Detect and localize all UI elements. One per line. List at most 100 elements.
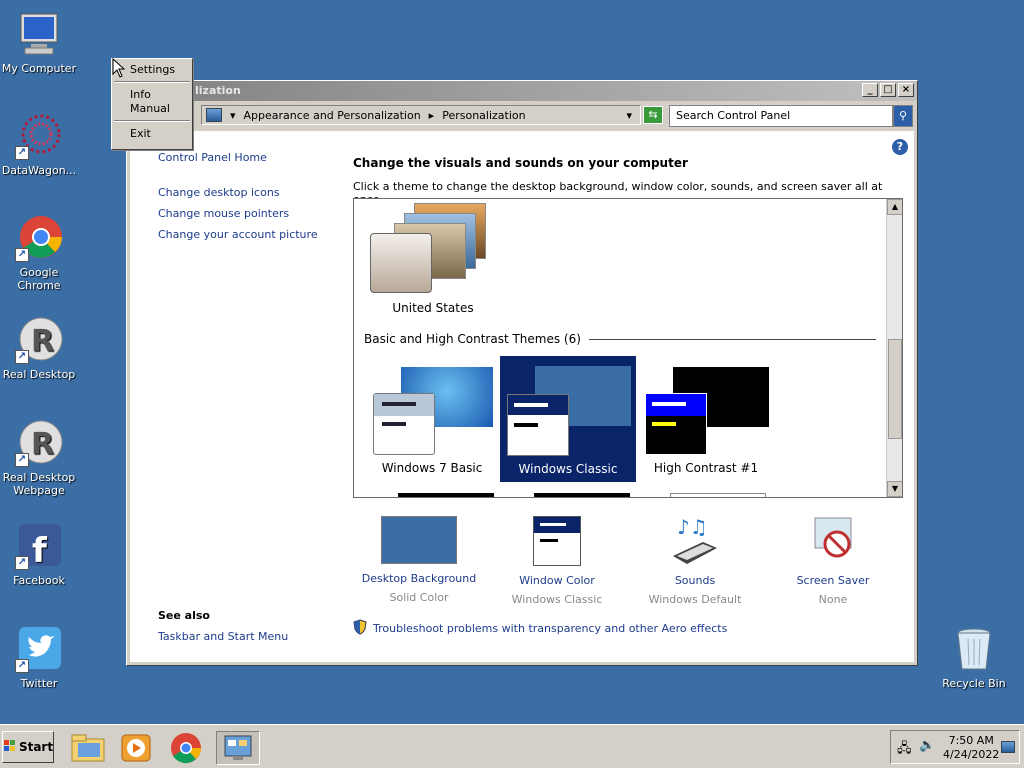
maximize-button[interactable]: □ <box>880 83 896 97</box>
desktop-icon-google-chrome[interactable]: ↗ Google Chrome <box>0 214 78 292</box>
clock-time: 7:50 AM <box>948 734 994 747</box>
window-color-value: Windows Classic <box>511 593 603 606</box>
real-desktop-webpage-icon: R ↗ <box>15 419 63 467</box>
clock-date: 4/24/2022 <box>943 748 1000 761</box>
menu-item-manual[interactable]: Manual <box>112 100 192 117</box>
menu-separator <box>114 120 190 122</box>
chrome-icon: ↗ <box>15 214 63 262</box>
taskbar-control-panel[interactable] <box>216 731 260 765</box>
search-icon[interactable]: ⚲ <box>893 105 913 127</box>
link-control-panel-home[interactable]: Control Panel Home <box>158 151 338 164</box>
sounds-item[interactable]: ♪♫ Sounds Windows Default <box>626 515 764 606</box>
window-color-item[interactable]: Window Color Windows Classic <box>488 516 626 606</box>
shortcut-arrow-icon: ↗ <box>15 453 29 467</box>
refresh-button[interactable]: ⇆ <box>643 106 663 124</box>
twitter-icon: ↗ <box>15 625 63 673</box>
recycle-bin-icon <box>950 625 998 673</box>
system-tray: 🖧 🔈 7:50 AM 4/24/2022 <box>890 730 1020 764</box>
windows-7-basic-preview <box>367 363 497 455</box>
theme-windows-7-basic[interactable]: Windows 7 Basic <box>364 363 500 483</box>
sounds-icon: ♪♫ <box>657 515 733 566</box>
desktop-icon-twitter[interactable]: ↗ Twitter <box>0 625 78 690</box>
breadcrumb[interactable]: ▾ Appearance and Personalization ▸ Perso… <box>201 105 641 125</box>
content-area: ? Control Panel Home Change desktop icon… <box>130 131 914 662</box>
theme-partial-row <box>398 493 494 497</box>
address-dropdown-icon[interactable]: ▾ <box>626 109 632 122</box>
sounds-value: Windows Default <box>648 593 742 606</box>
taskbar-file-explorer[interactable] <box>70 731 106 765</box>
menu-separator <box>114 81 190 83</box>
window-color-link[interactable]: Window Color <box>488 574 626 587</box>
link-taskbar-start-menu[interactable]: Taskbar and Start Menu <box>158 630 288 643</box>
desktop-background-icon <box>381 516 457 564</box>
link-change-mouse-pointers[interactable]: Change mouse pointers <box>158 207 338 220</box>
media-player-icon <box>121 734 151 762</box>
search-input[interactable]: Search Control Panel <box>669 105 893 127</box>
menu-item-exit[interactable]: Exit <box>112 125 192 142</box>
theme-list-scrollbar[interactable]: ▲ ▼ <box>886 199 902 497</box>
screen-saver-link[interactable]: Screen Saver <box>764 574 902 587</box>
svg-text:R: R <box>31 427 54 462</box>
left-task-pane: Control Panel Home Change desktop icons … <box>158 151 338 249</box>
scroll-up-icon[interactable]: ▲ <box>887 199 902 215</box>
shortcut-arrow-icon: ↗ <box>15 146 29 160</box>
svg-text:f: f <box>32 531 48 570</box>
theme-windows-classic[interactable]: Windows Classic <box>500 356 636 482</box>
address-bar: ▾ Appearance and Personalization ▸ Perso… <box>127 101 917 129</box>
shield-icon <box>353 619 367 638</box>
troubleshoot-link[interactable]: Troubleshoot problems with transparency … <box>353 619 727 638</box>
chrome-icon <box>171 733 201 764</box>
show-desktop-icon[interactable] <box>1001 741 1015 753</box>
scroll-down-icon[interactable]: ▼ <box>887 481 902 497</box>
screen-saver-item[interactable]: Screen Saver None <box>764 516 902 606</box>
shortcut-arrow-icon: ↗ <box>15 248 29 262</box>
desktop-icon-datawagon[interactable]: ↗ DataWagon... <box>0 112 78 177</box>
windows-classic-preview <box>503 364 633 456</box>
desktop-icon-label: Real Desktop <box>2 368 76 381</box>
theme-components: Desktop Background Solid Color Window Co… <box>350 515 902 606</box>
my-computer-icon <box>15 10 63 58</box>
breadcrumb-personalization[interactable]: Personalization <box>442 109 525 122</box>
datawagon-icon: ↗ <box>15 112 63 160</box>
start-button[interactable]: Start <box>2 731 54 763</box>
minimize-button[interactable]: _ <box>862 83 878 97</box>
network-icon[interactable]: 🖧 <box>897 739 912 761</box>
theme-united-states[interactable]: United States <box>368 199 498 315</box>
window-color-icon <box>533 516 581 566</box>
theme-list[interactable]: United States Basic and High Contrast Th… <box>353 198 903 498</box>
svg-text:♪♫: ♪♫ <box>677 516 708 539</box>
shortcut-arrow-icon: ↗ <box>15 659 29 673</box>
theme-high-contrast-1[interactable]: High Contrast #1 <box>638 363 774 483</box>
sounds-link[interactable]: Sounds <box>626 574 764 587</box>
facebook-icon: f ↗ <box>15 522 63 571</box>
close-button[interactable]: × <box>898 83 914 97</box>
chevron-down-icon[interactable]: ▸ <box>429 109 435 122</box>
desktop-icon-real-desktop-webpage[interactable]: R ↗ Real Desktop Webpage <box>0 419 78 497</box>
shortcut-arrow-icon: ↗ <box>15 350 29 364</box>
shortcut-arrow-icon: ↗ <box>15 556 29 570</box>
svg-text:R: R <box>31 324 54 359</box>
desktop-icon-real-desktop[interactable]: R ↗ Real Desktop <box>0 316 78 381</box>
scroll-thumb[interactable] <box>888 339 902 439</box>
clock[interactable]: 7:50 AM 4/24/2022 <box>943 734 999 762</box>
link-change-account-picture[interactable]: Change your account picture <box>158 228 338 241</box>
troubleshoot-text: Troubleshoot problems with transparency … <box>373 622 728 635</box>
help-icon[interactable]: ? <box>892 139 908 155</box>
taskbar-chrome[interactable] <box>168 731 204 765</box>
chevron-down-icon[interactable]: ▾ <box>230 109 236 122</box>
desktop-icon-facebook[interactable]: f ↗ Facebook <box>0 522 78 587</box>
desktop-icon-my-computer[interactable]: My Computer <box>0 10 78 75</box>
desktop-icon-recycle-bin[interactable]: Recycle Bin <box>935 625 1013 690</box>
window-titlebar[interactable]: lization _ □ × <box>127 81 917 101</box>
control-panel-icon <box>206 108 222 122</box>
desktop-background-link[interactable]: Desktop Background <box>350 572 488 585</box>
link-change-desktop-icons[interactable]: Change desktop icons <box>158 186 338 199</box>
desktop-background-value: Solid Color <box>389 591 449 604</box>
theme-partial-row <box>534 493 630 497</box>
window-title: lization <box>195 84 241 97</box>
desktop-background-item[interactable]: Desktop Background Solid Color <box>350 516 488 606</box>
volume-icon[interactable]: 🔈 <box>919 738 935 753</box>
high-contrast-preview <box>641 363 771 455</box>
breadcrumb-appearance[interactable]: Appearance and Personalization <box>244 109 421 122</box>
taskbar-media-player[interactable] <box>118 731 154 765</box>
